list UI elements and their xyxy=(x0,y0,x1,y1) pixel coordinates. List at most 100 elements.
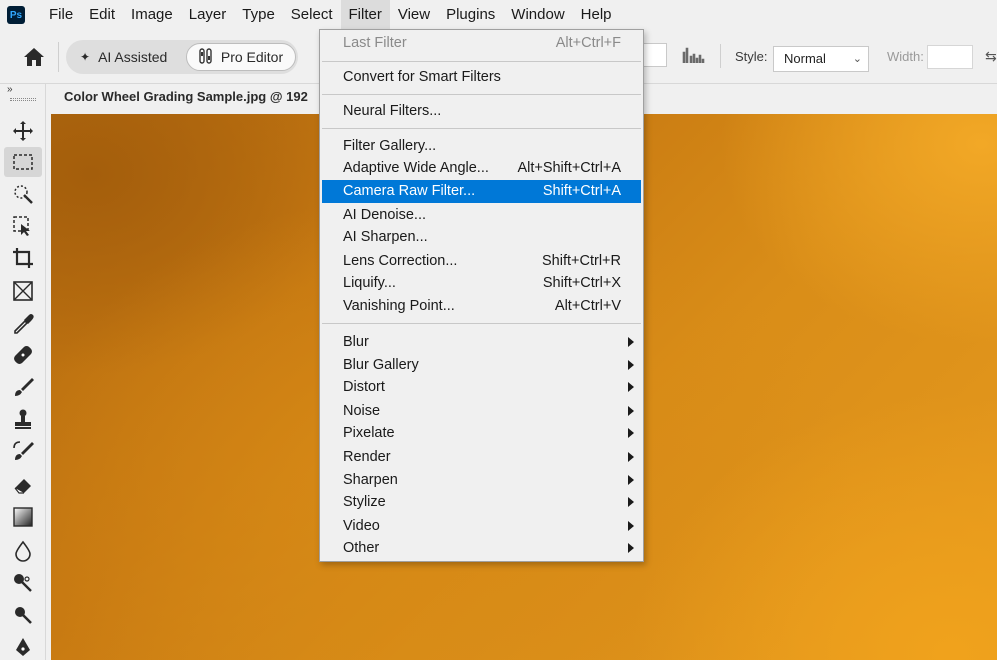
option-field[interactable] xyxy=(640,43,667,67)
submenu-arrow-icon xyxy=(628,360,634,370)
menu-item-vanishing-point[interactable]: Vanishing Point... Alt+Ctrl+V xyxy=(322,295,641,318)
panel-grip[interactable] xyxy=(10,98,36,101)
clone-stamp-tool-icon[interactable] xyxy=(4,404,42,434)
width-input[interactable] xyxy=(927,45,973,69)
ai-assisted-label: AI Assisted xyxy=(98,49,168,65)
mode-toggle: ✦ AI Assisted Pro Editor xyxy=(66,40,298,74)
menu-item-label: AI Sharpen... xyxy=(343,229,428,245)
submenu-arrow-icon xyxy=(628,382,634,392)
crop-tool-icon[interactable] xyxy=(4,243,42,273)
submenu-arrow-icon xyxy=(628,475,634,485)
history-brush-tool-icon[interactable] xyxy=(4,436,42,466)
menu-item-liquify[interactable]: Liquify... Shift+Ctrl+X xyxy=(322,272,641,295)
menu-item-label: Video xyxy=(343,518,380,534)
style-select[interactable]: Normal ⌄ xyxy=(773,46,869,72)
menu-item-ai-sharpen[interactable]: AI Sharpen... xyxy=(322,226,641,249)
menu-filter[interactable]: Filter xyxy=(340,0,390,30)
collapse-icon[interactable]: » xyxy=(7,84,13,95)
menu-item-label: Noise xyxy=(343,403,381,419)
menu-item-distort[interactable]: Distort xyxy=(322,376,641,399)
submenu-arrow-icon xyxy=(628,452,634,462)
menu-item-ai-denoise[interactable]: AI Denoise... xyxy=(322,204,641,227)
menu-item-last-filter[interactable]: Last Filter Alt+Ctrl+F xyxy=(322,32,641,55)
menu-help[interactable]: Help xyxy=(573,0,620,30)
ai-assisted-button[interactable]: ✦ AI Assisted xyxy=(74,40,167,74)
style-value: Normal xyxy=(784,51,826,66)
pro-editor-label: Pro Editor xyxy=(220,49,284,65)
menu-image[interactable]: Image xyxy=(123,0,181,30)
move-tool-icon[interactable] xyxy=(4,116,42,146)
menu-type[interactable]: Type xyxy=(234,0,283,30)
menu-item-sharpen[interactable]: Sharpen xyxy=(322,469,641,492)
home-icon[interactable] xyxy=(22,45,46,69)
histogram-icon[interactable] xyxy=(682,46,706,64)
menu-item-pixelate[interactable]: Pixelate xyxy=(322,422,641,445)
menu-item-label: Lens Correction... xyxy=(343,253,458,269)
brush-tool-icon[interactable] xyxy=(4,372,42,402)
menu-item-label: Other xyxy=(343,540,380,556)
menu-item-label: Blur xyxy=(343,334,369,350)
marquee-tool-icon[interactable] xyxy=(4,147,42,177)
submenu-arrow-icon xyxy=(628,543,634,553)
menu-item-adaptive-wide-angle[interactable]: Adaptive Wide Angle... Alt+Shift+Ctrl+A xyxy=(322,157,641,180)
sliders-icon xyxy=(199,47,213,67)
menu-item-filter-gallery[interactable]: Filter Gallery... xyxy=(322,135,641,158)
quick-selection-tool-icon[interactable] xyxy=(4,179,42,209)
menu-item-label: Render xyxy=(343,449,391,465)
menu-item-shortcut: Alt+Ctrl+F xyxy=(555,35,621,51)
submenu-arrow-icon xyxy=(628,406,634,416)
swap-icon[interactable]: ⇆ xyxy=(985,48,997,65)
photoshop-logo-icon: Ps xyxy=(7,6,25,24)
frame-tool-icon[interactable] xyxy=(4,276,42,306)
submenu-arrow-icon xyxy=(628,497,634,507)
eraser-tool-icon[interactable] xyxy=(4,470,42,500)
menu-item-convert-smart-filters[interactable]: Convert for Smart Filters xyxy=(322,66,641,89)
menu-item-camera-raw-filter[interactable]: Camera Raw Filter... Shift+Ctrl+A xyxy=(322,180,641,203)
width-label: Width: xyxy=(887,49,924,64)
object-selection-tool-icon[interactable] xyxy=(4,211,42,241)
path-pen-tool-icon[interactable] xyxy=(4,632,42,660)
menu-item-label: Stylize xyxy=(343,494,386,510)
menu-item-stylize[interactable]: Stylize xyxy=(322,491,641,514)
document-tab[interactable]: Color Wheel Grading Sample.jpg @ 192 xyxy=(51,84,326,112)
menu-item-label: AI Denoise... xyxy=(343,207,427,223)
menu-edit[interactable]: Edit xyxy=(81,0,123,30)
menu-window[interactable]: Window xyxy=(503,0,572,30)
sparkle-icon: ✦ xyxy=(80,50,91,64)
menu-item-neural-filters[interactable]: Neural Filters... xyxy=(322,100,641,123)
menu-item-label: Camera Raw Filter... xyxy=(343,183,476,199)
menu-item-lens-correction[interactable]: Lens Correction... Shift+Ctrl+R xyxy=(322,250,641,273)
menu-item-label: Sharpen xyxy=(343,472,398,488)
submenu-arrow-icon xyxy=(628,337,634,347)
pen-tool-icon[interactable] xyxy=(4,600,42,630)
menu-item-blur-gallery[interactable]: Blur Gallery xyxy=(322,354,641,377)
menu-item-label: Neural Filters... xyxy=(343,103,442,119)
tools-panel: » xyxy=(0,84,46,660)
menu-view[interactable]: View xyxy=(390,0,438,30)
menu-item-label: Filter Gallery... xyxy=(343,138,437,154)
menu-select[interactable]: Select xyxy=(283,0,341,30)
menu-item-render[interactable]: Render xyxy=(322,446,641,469)
menu-item-label: Adaptive Wide Angle... xyxy=(343,160,489,176)
menu-item-label: Pixelate xyxy=(343,425,395,441)
menu-item-label: Last Filter xyxy=(343,35,407,51)
eyedropper-tool-icon[interactable] xyxy=(4,308,42,338)
menu-layer[interactable]: Layer xyxy=(181,0,235,30)
healing-brush-tool-icon[interactable] xyxy=(4,340,42,370)
gradient-tool-icon[interactable] xyxy=(4,502,42,532)
menu-item-video[interactable]: Video xyxy=(322,515,641,538)
menu-item-other[interactable]: Other xyxy=(322,537,641,560)
menu-item-shortcut: Shift+Ctrl+R xyxy=(542,253,621,269)
menu-separator xyxy=(322,94,641,95)
style-label: Style: xyxy=(735,49,768,64)
menu-separator xyxy=(322,61,641,62)
pro-editor-button[interactable]: Pro Editor xyxy=(186,43,296,71)
blur-tool-icon[interactable] xyxy=(4,536,42,566)
menu-item-blur[interactable]: Blur xyxy=(322,331,641,354)
menu-plugins[interactable]: Plugins xyxy=(438,0,503,30)
dodge-tool-icon[interactable] xyxy=(4,568,42,598)
menu-file[interactable]: File xyxy=(41,0,81,30)
menu-item-shortcut: Alt+Ctrl+V xyxy=(554,298,621,314)
filter-menu-dropdown: Last Filter Alt+Ctrl+F Convert for Smart… xyxy=(319,29,644,562)
menu-item-noise[interactable]: Noise xyxy=(322,400,641,423)
